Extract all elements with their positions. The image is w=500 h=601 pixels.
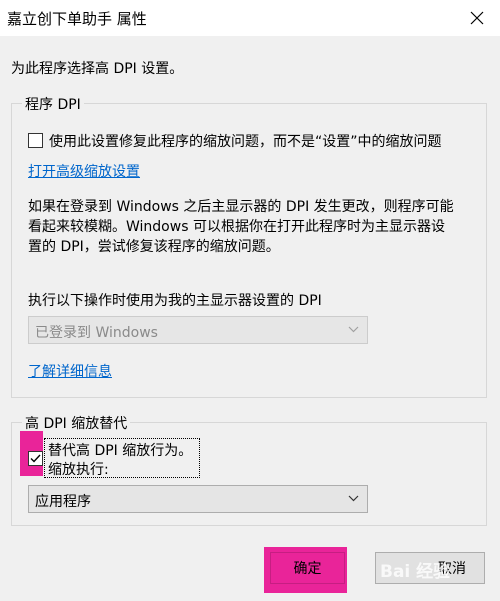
check-icon (30, 454, 41, 463)
chevron-down-icon (348, 495, 359, 502)
learn-more-link[interactable]: 了解详细信息 (28, 361, 112, 381)
override-label-line-2: 缩放执行: (48, 462, 109, 478)
advanced-scaling-link[interactable]: 打开高级缩放设置 (28, 161, 140, 181)
fix-scaling-label: 使用此设置修复此程序的缩放问题，而不是“设置”中的缩放问题 (49, 134, 442, 150)
title-bar: 嘉立创下单助手 属性 (0, 0, 500, 36)
override-checkbox[interactable] (28, 451, 43, 466)
description-line-2: 看起来较模糊。Windows 可以根据你在打开此程序时为主显示器设 (28, 219, 445, 235)
ok-button-label: 确定 (293, 561, 322, 577)
program-dpi-legend: 程序 DPI (22, 94, 84, 114)
dpi-source-value: 已登录到 Windows (35, 325, 158, 341)
close-icon (470, 11, 484, 25)
intro-text: 为此程序选择高 DPI 设置。 (11, 61, 184, 77)
ok-button[interactable]: 确定 (270, 552, 345, 584)
scaling-performed-value: 应用程序 (35, 494, 91, 510)
dpi-source-select[interactable]: 已登录到 Windows (28, 316, 368, 344)
override-legend: 高 DPI 缩放替代 (22, 413, 131, 433)
watermark: Bai 经验 (380, 562, 451, 582)
chevron-down-icon (348, 326, 359, 333)
window-title: 嘉立创下单助手 属性 (7, 10, 147, 28)
description-line-1: 如果在登录到 Windows 之后主显示器的 DPI 发生更改，则程序可能 (28, 199, 454, 215)
close-button[interactable] (454, 0, 500, 36)
scaling-performed-select[interactable]: 应用程序 (28, 485, 368, 513)
dpi-select-label: 执行以下操作时使用为我的主显示器设置的 DPI (28, 293, 322, 309)
fix-scaling-checkbox[interactable] (28, 133, 43, 148)
override-label-line-1: 替代高 DPI 缩放行为。 (48, 443, 193, 459)
description-line-3: 置的 DPI，尝试修复该程序的缩放问题。 (28, 239, 280, 255)
